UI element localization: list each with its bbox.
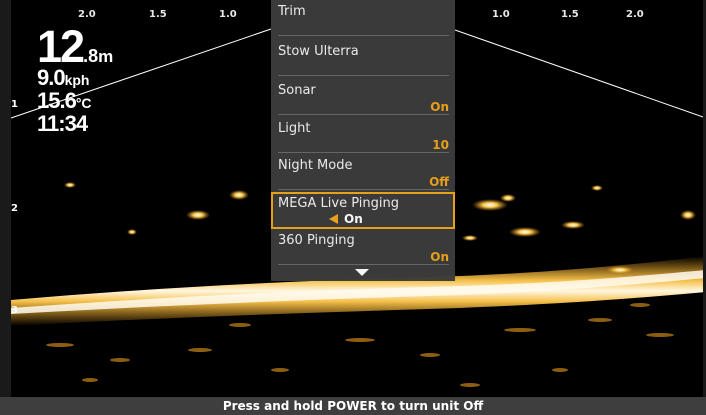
- menu-item-sonar[interactable]: Sonar On: [271, 79, 455, 115]
- menu-divider: [278, 35, 449, 36]
- speed-unit: kph: [64, 72, 90, 88]
- menu-item-stow-ulterra[interactable]: Stow Ulterra: [271, 40, 455, 76]
- speed-value: 9.0: [37, 65, 66, 90]
- sonar-screen: 2.0 1.5 1.0 1.0 1.5 2.0 1 2 3 12.8m 9.0k…: [0, 0, 706, 415]
- left-edge-strip: [0, 0, 11, 397]
- scale-tick: 2.0: [626, 9, 644, 20]
- depth-unit: m: [98, 47, 114, 66]
- menu-item-label: Trim: [278, 4, 306, 19]
- temperature-readout: 15.6°C: [37, 90, 113, 112]
- menu-item-light[interactable]: Light 10: [271, 117, 455, 153]
- x-press-menu: Trim Stow Ulterra Sonar On Light 10 Nigh…: [271, 0, 455, 281]
- scale-tick: 1.5: [149, 9, 167, 20]
- speed-readout: 9.0kph: [37, 67, 113, 89]
- menu-item-label: 360 Pinging: [278, 233, 355, 248]
- scale-tick: 1.5: [561, 9, 579, 20]
- clock-value: 11:34: [37, 111, 88, 136]
- time-readout: 11:34: [37, 113, 113, 135]
- status-bar: Press and hold POWER to turn unit Off: [0, 397, 706, 415]
- menu-item-label: Sonar: [278, 83, 316, 98]
- menu-item-night-mode[interactable]: Night Mode Off: [271, 154, 455, 190]
- depth-decimal: .8: [83, 46, 99, 66]
- menu-divider: [278, 114, 449, 115]
- beam-edge-right: [454, 29, 706, 119]
- temperature-unit: °C: [75, 95, 92, 111]
- menu-item-trim[interactable]: Trim: [271, 0, 455, 36]
- depth-mark: 3: [11, 305, 18, 316]
- menu-item-value: On: [430, 250, 449, 264]
- menu-divider: [278, 264, 449, 265]
- scroll-down-icon[interactable]: [355, 269, 369, 276]
- menu-item-360-pinging[interactable]: 360 Pinging On: [271, 229, 455, 265]
- menu-item-label: Stow Ulterra: [278, 44, 359, 59]
- menu-divider: [278, 189, 449, 190]
- scale-tick: 1.0: [492, 9, 510, 20]
- scale-tick: 1.0: [219, 9, 237, 20]
- menu-item-value: On: [430, 100, 449, 114]
- depth-readout: 12.8m: [37, 24, 113, 69]
- menu-item-value: On: [329, 212, 363, 226]
- mega-value-text: On: [344, 212, 363, 226]
- left-arrow-icon[interactable]: [329, 214, 338, 224]
- depth-mark: 2: [11, 203, 18, 214]
- scale-tick: 2.0: [78, 9, 96, 20]
- menu-item-mega-live-pinging[interactable]: MEGA Live Pinging On: [271, 192, 455, 229]
- menu-item-label: MEGA Live Pinging: [278, 196, 399, 211]
- menu-item-label: Night Mode: [278, 158, 353, 173]
- data-readout: 12.8m 9.0kph 15.6°C 11:34: [37, 24, 113, 135]
- menu-divider: [278, 152, 449, 153]
- menu-item-value: Off: [429, 175, 449, 189]
- menu-item-label: Light: [278, 121, 311, 136]
- menu-item-value: 10: [432, 138, 449, 152]
- depth-mark: 1: [11, 99, 18, 110]
- menu-divider: [278, 75, 449, 76]
- temperature-value: 15.6: [37, 88, 77, 113]
